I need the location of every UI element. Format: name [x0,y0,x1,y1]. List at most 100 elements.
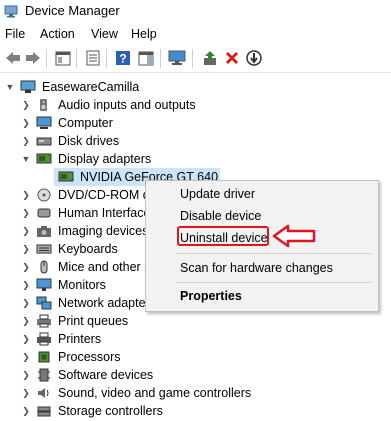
sound-icon [38,388,49,398]
chevron-right-icon[interactable]: ❯ [20,226,32,237]
tree-item-label: Imaging devices [58,224,149,238]
tree-item[interactable]: ❯ Computer [20,114,113,132]
device-manager-icon [4,5,18,18]
tree-item[interactable]: ▼ Display adapters [20,150,152,168]
chevron-right-icon[interactable]: ❯ [20,334,32,345]
tree-item[interactable]: ❯ Print queues [20,312,128,330]
context-menu: Update driver Disable device Uninstall d… [145,180,379,312]
tree-item-label: DVD/CD-ROM d [58,188,150,202]
back-icon[interactable] [4,49,22,67]
svg-text:?: ? [119,52,126,66]
menu-action[interactable]: Action [40,27,75,41]
chevron-down-icon[interactable]: ▼ [4,82,16,92]
dvd-icon [37,188,51,202]
menu-item-properties[interactable]: Properties [180,289,242,303]
chevron-right-icon[interactable]: ❯ [20,262,32,273]
toolbar-separator [192,49,193,68]
toolbar-separator [76,49,77,68]
menu-file[interactable]: File [5,27,25,41]
update-driver-icon[interactable] [201,49,219,67]
tree-item-label: Network adapte [58,296,146,310]
tree-item-label: Human Interface [58,206,151,220]
menu-bar: File Action View Help [0,24,391,44]
tree-item[interactable]: ❯ Sound, video and game controllers [20,384,251,402]
tree-item[interactable]: ❯ Human Interface [20,204,150,222]
processor-icon [38,351,50,363]
print-queue-icon [37,314,51,328]
monitor-icon [36,278,52,291]
toolbar-separator [106,49,107,68]
window-title: Device Manager [25,3,120,18]
chevron-right-icon[interactable]: ❯ [20,298,32,309]
chevron-right-icon[interactable]: ❯ [20,118,32,129]
chevron-right-icon[interactable]: ❯ [20,388,32,399]
menu-item-update-driver[interactable]: Update driver [180,187,255,201]
red-arrow-callout-icon [272,224,316,248]
disable-icon[interactable] [245,49,263,67]
tree-item[interactable]: ❯ Network adapte [20,294,146,312]
tree-item[interactable]: ❯ Printers [20,330,101,348]
tree-item-label: Keyboards [58,242,118,256]
tree-item[interactable]: ❯ Mice and other p [20,258,151,276]
computer-icon [36,116,52,129]
tree-item-label: Computer [58,116,113,130]
computer-root-icon [20,80,36,93]
toolbar-separator [160,49,161,68]
hid-icon [37,208,51,218]
tree-item[interactable]: ❯ Keyboards [20,240,118,258]
tree-item-label: Monitors [58,278,106,292]
tree-item[interactable]: ❯ Processors [20,348,121,366]
printer-icon [37,332,51,346]
show-hide-tree-icon[interactable] [54,49,72,67]
menu-help[interactable]: Help [131,27,157,41]
uninstall-highlight-box [177,226,269,246]
toolbar: ? [0,45,391,73]
chevron-right-icon[interactable]: ❯ [20,316,32,327]
tree-item[interactable]: ❯ Storage controllers [20,402,163,420]
chevron-down-icon[interactable]: ▼ [20,154,32,164]
tree-item[interactable]: ❯ Audio inputs and outputs [20,96,196,114]
menu-view[interactable]: View [91,27,118,41]
tree-item-label: Software devices [58,368,154,382]
speaker-icon [40,99,47,111]
help-icon[interactable]: ? [114,49,132,67]
chevron-right-icon[interactable]: ❯ [20,100,32,111]
tree-item-label: Processors [58,350,121,364]
software-device-icon [38,368,50,382]
chevron-right-icon[interactable]: ❯ [20,370,32,381]
tree-item-label: Sound, video and game controllers [58,386,252,400]
camera-icon [37,226,51,237]
chevron-right-icon[interactable]: ❯ [20,136,32,147]
tree-root-label: EasewareCamilla [42,80,140,94]
chevron-right-icon[interactable]: ❯ [20,280,32,291]
gpu-icon [58,171,74,182]
keyboard-icon [36,244,52,254]
forward-icon[interactable] [24,49,42,67]
tree-item-label: Disk drives [58,134,120,148]
tree-item-label: Audio inputs and outputs [58,98,196,112]
monitor-scan-icon[interactable] [168,49,186,67]
display-adapter-icon [36,153,52,164]
tree-item[interactable]: ❯ Disk drives [20,132,119,150]
menu-item-disable-device[interactable]: Disable device [180,209,261,223]
action-pane-icon[interactable] [137,49,155,67]
storage-icon [37,406,51,417]
tree-item-label: Print queues [58,314,129,328]
title-bar: Device Manager [0,0,391,22]
uninstall-icon[interactable] [223,49,241,67]
chevron-right-icon[interactable]: ❯ [20,190,32,201]
menu-item-scan-hardware[interactable]: Scan for hardware changes [180,261,333,275]
tree-item[interactable]: ❯ Software devices [20,366,153,384]
menu-separator [176,282,372,283]
tree-item[interactable]: ❯ DVD/CD-ROM d [20,186,150,204]
properties-icon[interactable] [84,49,102,67]
chevron-right-icon[interactable]: ❯ [20,406,32,417]
tree-item[interactable]: ❯ Imaging devices [20,222,148,240]
toolbar-separator [46,49,47,68]
tree-item[interactable]: ❯ Monitors [20,276,106,294]
chevron-right-icon[interactable]: ❯ [20,208,32,219]
chevron-right-icon[interactable]: ❯ [20,352,32,363]
tree-root[interactable]: ▼ EasewareCamilla [4,78,140,96]
chevron-right-icon[interactable]: ❯ [20,244,32,255]
mouse-icon [40,260,48,274]
